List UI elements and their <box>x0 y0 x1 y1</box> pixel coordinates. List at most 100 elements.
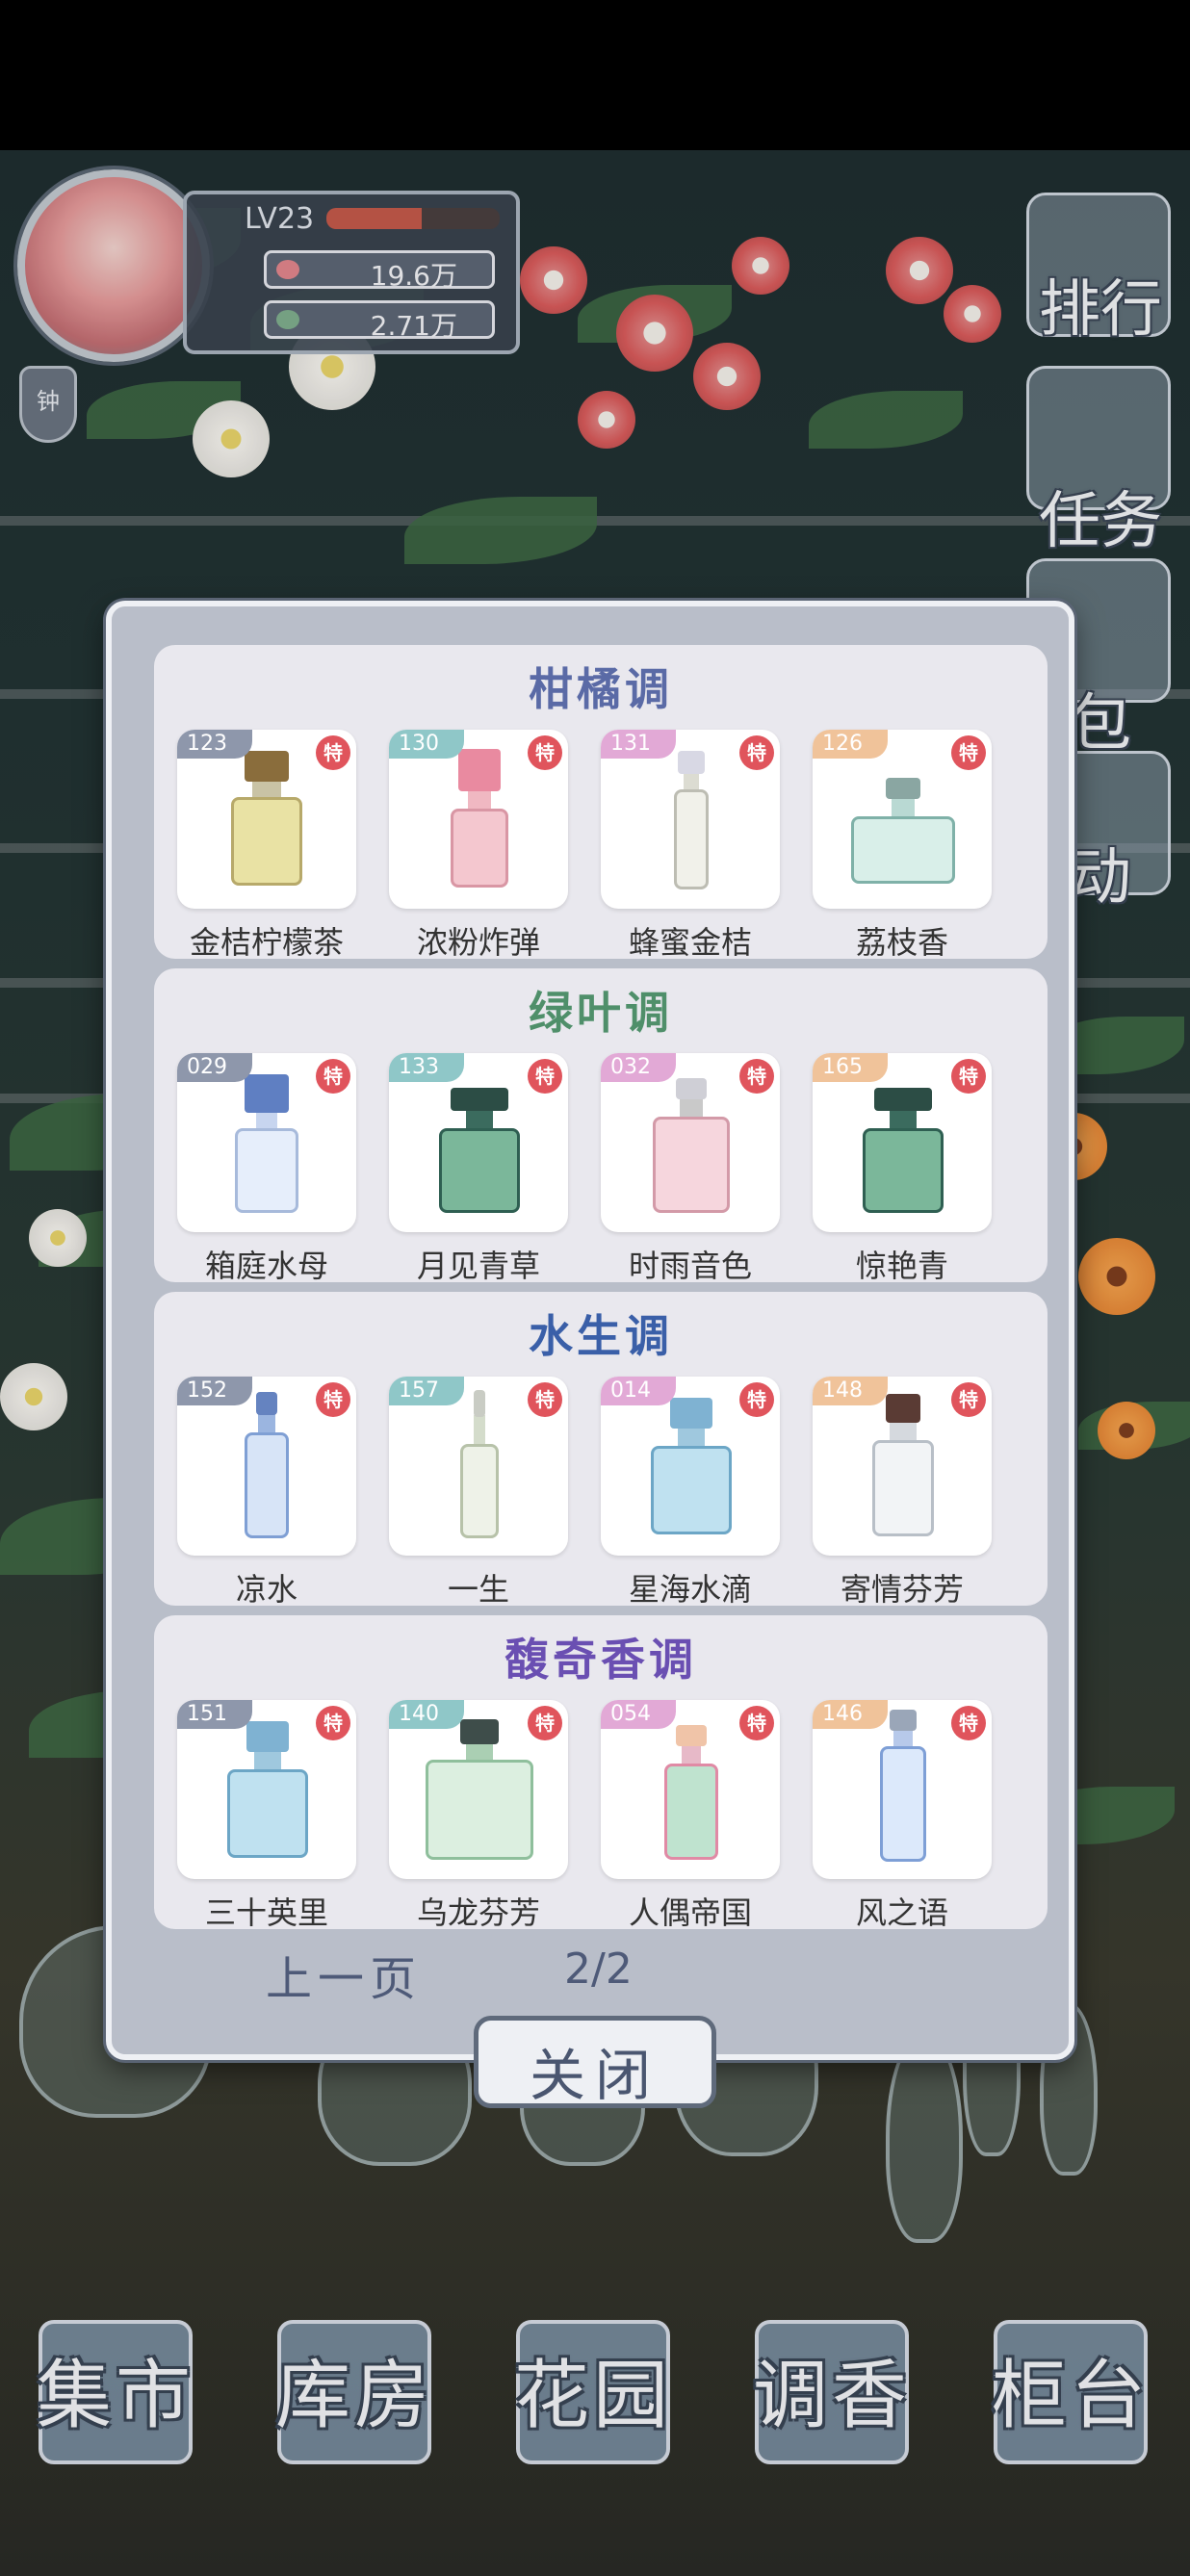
perfume-name: 箱庭水母 <box>204 1248 328 1284</box>
perfume-card[interactable]: 148 特 <box>813 1377 992 1556</box>
perfume-number-tag: 123 <box>177 730 252 759</box>
close-button[interactable]: 关闭 <box>474 2016 716 2108</box>
perfume-card[interactable]: 126 特 <box>813 730 992 909</box>
bottle-neck <box>682 1744 701 1764</box>
perfume-number-tag: 148 <box>813 1377 888 1405</box>
perfume-card[interactable]: 140 特 <box>389 1700 568 1879</box>
bottle-neck <box>678 1427 705 1446</box>
close-label: 关闭 <box>529 2043 660 2108</box>
bottle-body <box>653 1117 730 1213</box>
bottle-body <box>460 1444 499 1538</box>
perfume-number-tag: 133 <box>389 1053 464 1082</box>
perfume-number-tag: 157 <box>389 1377 464 1405</box>
perfume-card[interactable]: 014 特 <box>601 1377 780 1556</box>
bottle-cap <box>458 749 501 791</box>
bottle-neck <box>466 1109 493 1128</box>
section-title: 水生调 <box>529 1310 673 1362</box>
special-badge: 特 <box>316 1706 350 1740</box>
special-badge: 特 <box>739 1382 774 1417</box>
perfume-card[interactable]: 130 特 <box>389 730 568 909</box>
perfume-card[interactable]: 157 特 <box>389 1377 568 1556</box>
game-screen: LV23 19.6万 2.71万 钟 排行 任务 包 动 集市 库房 花园 调香… <box>0 0 1190 2576</box>
bottle-neck <box>684 772 699 789</box>
perfume-number-tag: 014 <box>601 1377 676 1405</box>
bottle-body <box>235 1128 298 1213</box>
perfume-name: 蜂蜜金桔 <box>628 924 752 961</box>
perfume-card[interactable]: 133 特 <box>389 1053 568 1232</box>
bottle-cap <box>676 1078 707 1099</box>
perfume-number-tag: 151 <box>177 1700 252 1729</box>
special-badge: 特 <box>528 1382 562 1417</box>
bottle-neck <box>466 1742 493 1762</box>
bottle-body <box>245 1432 289 1538</box>
bottle-neck <box>474 1415 485 1444</box>
perfume-number-tag: 152 <box>177 1377 252 1405</box>
perfume-number-tag: 131 <box>601 730 676 759</box>
special-badge: 特 <box>951 1059 986 1094</box>
perfume-number-tag: 146 <box>813 1700 888 1729</box>
bottle-body <box>674 789 709 889</box>
perfume-card[interactable]: 151 特 <box>177 1700 356 1879</box>
bottle-body <box>451 809 508 888</box>
perfume-name: 星海水滴 <box>628 1571 752 1608</box>
perfume-name: 凉水 <box>235 1571 298 1608</box>
bottle-cap <box>460 1719 499 1744</box>
bottle-neck <box>890 1421 917 1440</box>
perfume-card[interactable]: 146 特 <box>813 1700 992 1879</box>
bottle-cap <box>246 1721 289 1752</box>
special-badge: 特 <box>528 735 562 770</box>
special-badge: 特 <box>316 1382 350 1417</box>
bottle-neck <box>254 1750 281 1769</box>
pagination: 上一页 2/2 <box>266 1941 747 2006</box>
bottle-body <box>664 1764 718 1860</box>
perfume-card[interactable]: 029 特 <box>177 1053 356 1232</box>
bottle-body <box>863 1128 944 1213</box>
perfume-number-tag: 032 <box>601 1053 676 1082</box>
perfume-number-tag: 029 <box>177 1053 252 1082</box>
perfume-number-tag: 165 <box>813 1053 888 1082</box>
page-indicator: 2/2 <box>564 1945 633 1994</box>
perfume-name: 寄情芬芳 <box>840 1571 964 1608</box>
perfume-card[interactable]: 131 特 <box>601 730 780 909</box>
perfume-name: 惊艳青 <box>855 1248 948 1284</box>
bottle-cap <box>256 1392 277 1415</box>
perfume-collection-modal: 柑橘调 123 特金桔柠檬茶 130 特浓粉炸弹 131 特蜂蜜金桔 126 特荔枝香 绿叶调 02… <box>106 601 1074 2060</box>
bottle-neck <box>258 1413 275 1432</box>
perfume-card[interactable]: 165 特 <box>813 1053 992 1232</box>
perfume-section: 水生调 152 特凉水 157 特一生 014 特星海水滴 148 特寄情芬芳 <box>154 1292 1048 1608</box>
bottle-cap <box>245 751 289 782</box>
special-badge: 特 <box>528 1706 562 1740</box>
perfume-name: 一生 <box>447 1571 509 1608</box>
bottle-cap <box>245 1074 289 1113</box>
perfume-card[interactable]: 032 特 <box>601 1053 780 1232</box>
perfume-name: 时雨音色 <box>628 1248 752 1284</box>
perfume-name: 乌龙芬芳 <box>416 1894 540 1931</box>
perfume-section: 馥奇香调 151 特三十英里 140 特乌龙芬芳 054 特人偶帝国 146 特风之语 <box>154 1615 1048 1931</box>
perfume-number-tag: 140 <box>389 1700 464 1729</box>
perfume-card[interactable]: 054 特 <box>601 1700 780 1879</box>
bottle-cap <box>474 1390 485 1417</box>
bottle-cap <box>678 751 705 774</box>
perfume-card[interactable]: 123 特 <box>177 730 356 909</box>
bottle-cap <box>451 1088 508 1111</box>
perfume-section: 柑橘调 123 特金桔柠檬茶 130 特浓粉炸弹 131 特蜂蜜金桔 126 特荔枝香 <box>154 645 1048 961</box>
bottle-neck <box>892 797 915 816</box>
bottle-body <box>851 816 955 884</box>
special-badge: 特 <box>951 735 986 770</box>
special-badge: 特 <box>316 1059 350 1094</box>
perfume-number-tag: 126 <box>813 730 888 759</box>
special-badge: 特 <box>951 1706 986 1740</box>
special-badge: 特 <box>951 1382 986 1417</box>
perfume-card[interactable]: 152 特 <box>177 1377 356 1556</box>
special-badge: 特 <box>739 1706 774 1740</box>
special-badge: 特 <box>739 735 774 770</box>
perfume-name: 月见青草 <box>416 1248 540 1284</box>
special-badge: 特 <box>739 1059 774 1094</box>
prev-page-button[interactable]: 上一页 <box>266 1941 422 2008</box>
section-title: 绿叶调 <box>529 987 673 1039</box>
special-badge: 特 <box>528 1059 562 1094</box>
perfume-name: 人偶帝国 <box>628 1894 752 1931</box>
perfume-name: 金桔柠檬茶 <box>189 924 344 961</box>
bottle-body <box>227 1769 308 1858</box>
perfume-name: 荔枝香 <box>855 924 948 961</box>
